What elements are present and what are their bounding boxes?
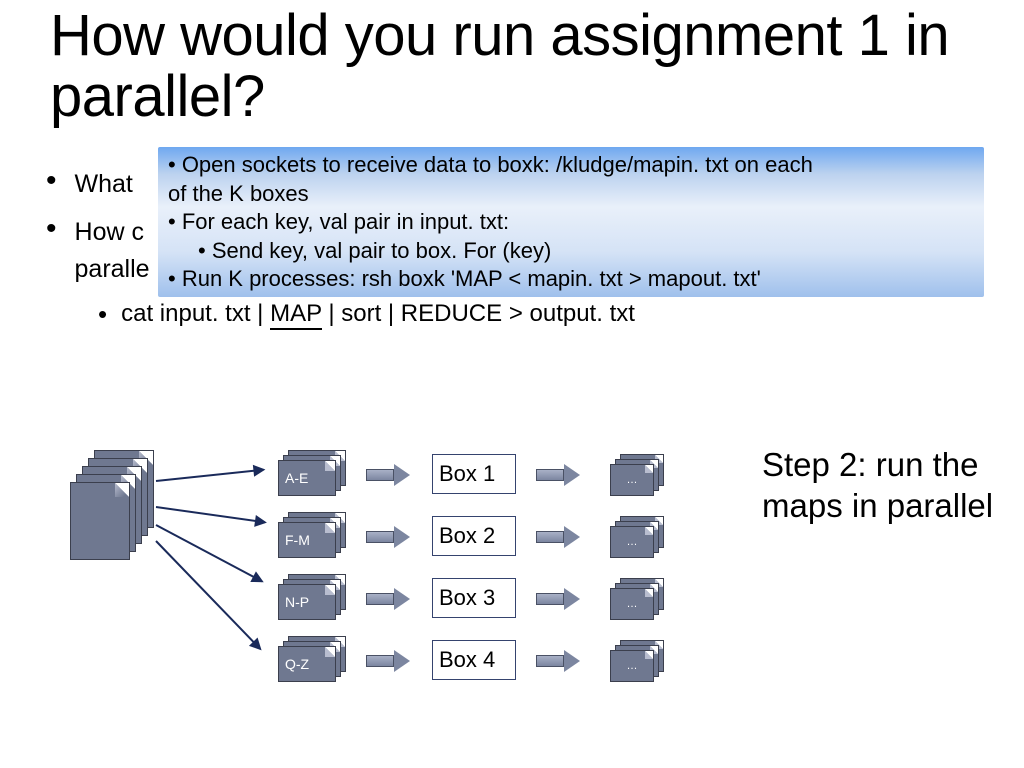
arrow-icon [156,506,265,523]
ellipsis-label: … [627,536,638,548]
output-docs-stack: … [610,578,670,622]
block-arrow-icon [366,526,412,548]
bullet-dot-icon: • [98,301,107,332]
range-docs-stack: F-M [278,512,350,558]
block-arrow-icon [536,650,582,672]
overlay-line: • Run K processes: rsh boxk 'MAP < mapin… [168,265,976,294]
input-docs-stack [70,450,158,572]
arrow-icon [156,469,264,482]
box-label: Box 3 [432,578,516,618]
bullet-fragment: paralle [75,255,150,283]
step-caption: Step 2: run the maps in parallel [762,444,1002,527]
pipeline-text: cat input. txt | MAP | sort | REDUCE > o… [121,297,635,332]
block-arrow-icon [366,464,412,486]
range-docs-stack: Q-Z [278,636,350,682]
bullet-dot-icon: • [46,164,57,202]
output-docs-stack: … [610,454,670,498]
overlay-callout: • Open sockets to receive data to boxk: … [158,147,984,297]
range-label: Q-Z [285,656,309,672]
pipeline-map: MAP [270,300,322,330]
pipeline-pre: cat input. txt | [121,300,270,327]
flow-diagram: A-E Box 1 … F-M Box 2 … [70,440,750,720]
ellipsis-label: … [627,474,638,486]
range-label: A-E [285,470,308,486]
box-label: Box 4 [432,640,516,680]
block-arrow-icon [536,526,582,548]
slide-title: How would you run assignment 1 in parall… [50,6,990,128]
arrow-icon [156,524,263,582]
block-arrow-icon [366,588,412,610]
overlay-line: • For each key, val pair in input. txt: [168,208,976,237]
sub-bullet-row: • cat input. txt | MAP | sort | REDUCE >… [98,297,946,332]
overlay-line: • Send key, val pair to box. For (key) [168,237,976,266]
block-arrow-icon [366,650,412,672]
range-docs-stack: A-E [278,450,350,496]
ellipsis-label: … [627,660,638,672]
arrow-icon [155,540,261,649]
output-docs-stack: … [610,640,670,684]
ellipsis-label: … [627,598,638,610]
pipeline-post: | sort | REDUCE > output. txt [322,300,635,327]
overlay-line: • Open sockets to receive data to boxk: … [168,151,976,180]
range-docs-stack: N-P [278,574,350,620]
bullet-fragment: How c [75,218,144,246]
range-label: N-P [285,594,309,610]
box-label: Box 1 [432,454,516,494]
box-label: Box 2 [432,516,516,556]
range-label: F-M [285,532,310,548]
block-arrow-icon [536,588,582,610]
bullet-dot-icon: • [46,212,57,287]
output-docs-stack: … [610,516,670,560]
slide: How would you run assignment 1 in parall… [0,0,1024,768]
block-arrow-icon [536,464,582,486]
overlay-line: of the K boxes [168,180,976,209]
